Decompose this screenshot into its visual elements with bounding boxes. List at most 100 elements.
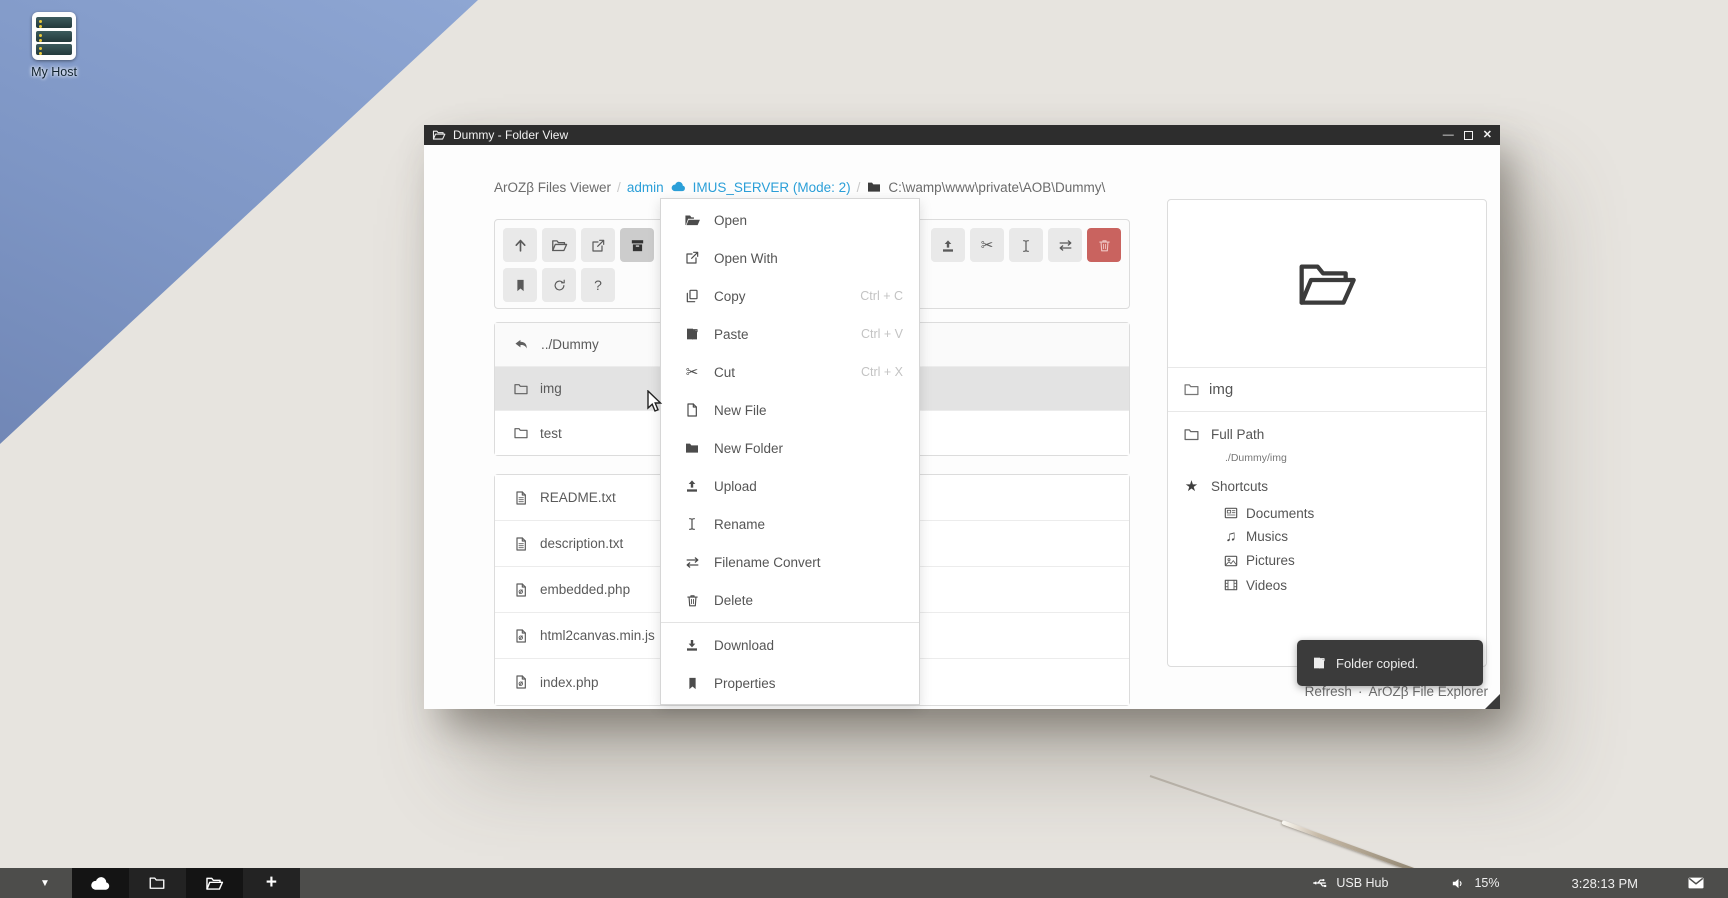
menu-item-upload[interactable]: Upload (661, 467, 919, 505)
shortcut-documents[interactable]: Documents (1223, 505, 1471, 521)
music-icon: ♫ (1223, 529, 1239, 544)
close-icon[interactable]: ✕ (1483, 130, 1492, 141)
folder-icon (866, 179, 882, 196)
upload-button[interactable] (931, 228, 965, 262)
menu-item-open[interactable]: Open (661, 201, 919, 239)
bookmark-icon (683, 676, 701, 691)
menu-item-paste[interactable]: Paste Ctrl + V (661, 315, 919, 353)
back-icon (513, 336, 530, 353)
list-item-label: index.php (540, 675, 599, 690)
usb-status[interactable]: USB Hub (1311, 874, 1388, 892)
breadcrumb-app: ArOZβ Files Viewer (494, 180, 611, 195)
volume-status[interactable]: 15% (1450, 875, 1499, 892)
menu-item-label: New Folder (714, 441, 783, 456)
rename-icon (1018, 236, 1034, 253)
maximize-icon[interactable] (1464, 131, 1473, 140)
brand-link[interactable]: ArOZβ File Explorer (1368, 684, 1488, 699)
window-footer: Refresh · ArOZβ File Explorer (1305, 684, 1488, 699)
filename-convert-icon (683, 554, 701, 571)
scissors-icon: ✂ (981, 238, 994, 253)
menu-item-rename[interactable]: Rename (661, 505, 919, 543)
open-button[interactable] (542, 228, 576, 262)
shortcut-videos[interactable]: Videos (1223, 577, 1471, 593)
list-item-label: ../Dummy (541, 337, 599, 352)
window-folder-open-icon (432, 128, 446, 142)
shortcut-label: Musics (1246, 529, 1288, 544)
file-code-icon (513, 674, 529, 690)
arrow-up-icon (512, 236, 529, 254)
footer-separator: · (1358, 684, 1363, 699)
open-with-button[interactable] (581, 228, 615, 262)
server-icon (32, 12, 76, 60)
taskbar: ▼ + USB Hub 15% 3:28:13 PM (0, 868, 1728, 898)
documents-icon (1223, 505, 1239, 521)
list-item-label: html2canvas.min.js (540, 628, 655, 643)
menu-item-open-with[interactable]: Open With (661, 239, 919, 277)
bookmark-icon (513, 277, 528, 294)
menu-item-cut[interactable]: ✂ Cut Ctrl + X (661, 353, 919, 391)
menu-item-label: Cut (714, 365, 735, 380)
menu-item-label: Upload (714, 479, 757, 494)
cloud-icon (670, 178, 687, 196)
folder-icon (513, 380, 529, 396)
archive-button[interactable] (620, 228, 654, 262)
rename-button[interactable] (1009, 228, 1043, 262)
menu-item-delete[interactable]: Delete (661, 581, 919, 619)
envelope-icon (1686, 873, 1706, 893)
refresh-link[interactable]: Refresh (1305, 684, 1352, 699)
menu-item-label: Filename Convert (714, 555, 821, 570)
speaker-icon (1450, 875, 1467, 892)
list-item-label: img (540, 381, 562, 396)
chevron-down-icon[interactable]: ▼ (40, 878, 50, 889)
file-code-icon (513, 627, 529, 643)
folder-icon (148, 874, 166, 892)
file-text-icon (513, 535, 529, 551)
pictures-icon (1223, 552, 1239, 568)
taskbar-app-folder[interactable] (129, 868, 186, 898)
taskbar-app-cloud[interactable] (72, 868, 129, 898)
taskbar-app-folder-view[interactable] (186, 868, 243, 898)
minimize-icon[interactable]: — (1443, 130, 1454, 141)
refresh-button[interactable] (542, 268, 576, 302)
folder-open-icon (551, 236, 568, 254)
breadcrumb-user-link[interactable]: admin (627, 180, 664, 195)
go-up-button[interactable] (503, 228, 537, 262)
cut-button[interactable]: ✂ (970, 228, 1004, 262)
clock[interactable]: 3:28:13 PM (1572, 876, 1639, 891)
help-button[interactable]: ? (581, 268, 615, 302)
desktop-icon-my-host[interactable]: My Host (16, 12, 92, 79)
menu-item-label: Copy (714, 289, 746, 304)
folder-view-window: Dummy - Folder View — ✕ ArOZβ Files View… (424, 125, 1500, 709)
list-item-label: README.txt (540, 490, 616, 505)
filename-convert-button[interactable] (1048, 228, 1082, 262)
paste-icon (1311, 655, 1327, 672)
menu-item-label: Paste (714, 327, 749, 342)
menu-item-shortcut: Ctrl + C (860, 289, 903, 303)
usb-label: USB Hub (1336, 876, 1388, 890)
shortcut-pictures[interactable]: Pictures (1223, 552, 1471, 568)
menu-item-shortcut: Ctrl + X (861, 365, 903, 379)
taskbar-add-button[interactable]: + (243, 868, 300, 898)
bookmark-button[interactable] (503, 268, 537, 302)
full-path-label: Full Path (1211, 427, 1264, 442)
menu-item-label: Open With (714, 251, 778, 266)
delete-button[interactable] (1087, 228, 1121, 262)
window-titlebar[interactable]: Dummy - Folder View — ✕ (424, 125, 1500, 145)
mail-tray-button[interactable] (1686, 873, 1706, 893)
menu-item-new-folder[interactable]: New Folder (661, 429, 919, 467)
menu-item-new-file[interactable]: New File (661, 391, 919, 429)
new-folder-icon (683, 440, 701, 456)
menu-item-filename-convert[interactable]: Filename Convert (661, 543, 919, 581)
cloud-icon (89, 872, 112, 895)
menu-item-download[interactable]: Download (661, 626, 919, 664)
shortcut-musics[interactable]: ♫ Musics (1223, 529, 1471, 544)
folder-open-icon (205, 874, 224, 893)
resize-handle[interactable] (1485, 694, 1500, 709)
archive-icon (629, 236, 646, 254)
shortcut-label: Documents (1246, 506, 1314, 521)
shortcuts-label: Shortcuts (1211, 479, 1268, 494)
menu-item-copy[interactable]: Copy Ctrl + C (661, 277, 919, 315)
breadcrumb-server-link[interactable]: IMUS_SERVER (Mode: 2) (693, 180, 851, 195)
twig-shadow (1150, 775, 1283, 822)
menu-item-properties[interactable]: Properties (661, 664, 919, 702)
